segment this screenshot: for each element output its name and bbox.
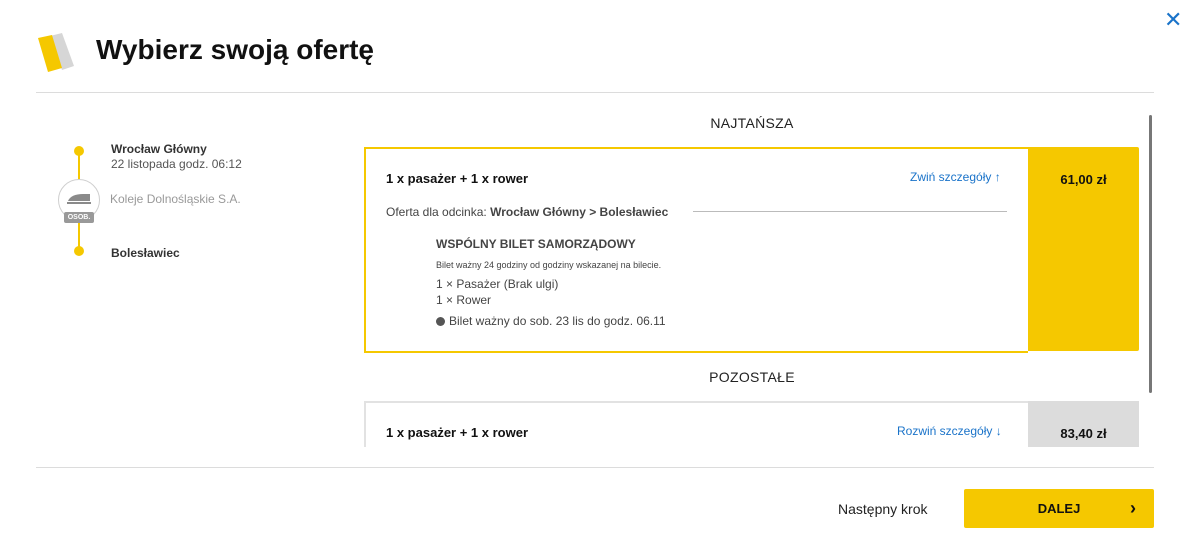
segment-value: Wrocław Główny > Bolesławiec [490, 205, 669, 219]
collapse-details-link[interactable]: Zwiń szczegóły ↑ [910, 170, 1001, 184]
collapse-details-label: Zwiń szczegóły [910, 170, 992, 184]
ticket-validity-text: Bilet ważny do sob. 23 lis do godz. 06.1… [449, 314, 666, 328]
segment-label: Oferta dla odcinka: [386, 205, 487, 219]
section-cheapest-label: NAJTAŃSZA [710, 115, 794, 131]
scrollbar[interactable] [1149, 115, 1152, 393]
next-button-label: DALEJ [1037, 501, 1081, 516]
ticket-item-passenger: 1 × Pasażer (Brak ulgi) [436, 277, 559, 291]
next-step-label: Następny krok [838, 501, 928, 517]
ticket-note: Bilet ważny 24 godziny od godziny wskaza… [436, 260, 662, 270]
carrier-name: Koleje Dolnośląskie S.A. [110, 192, 241, 206]
train-type-badge: OSOB. [64, 212, 94, 223]
arrow-down-icon: ↓ [995, 424, 1002, 438]
arrow-up-icon: ↑ [994, 170, 1001, 184]
footer-divider [36, 467, 1154, 468]
ticket-name: WSPÓLNY BILET SAMORZĄDOWY [436, 237, 636, 251]
route-end-dot [74, 246, 84, 256]
close-icon[interactable]: ✕ [1164, 9, 1184, 31]
page-title: Wybierz swoją ofertę [96, 34, 375, 65]
segment-divider [693, 211, 1007, 212]
chevron-right-icon: › [1130, 498, 1136, 518]
next-button[interactable]: DALEJ › [964, 489, 1154, 528]
offer-title: 1 x pasażer + 1 x rower [386, 171, 529, 186]
departure-date: 22 listopada godz. 06:12 [111, 157, 242, 171]
offer-price-box[interactable]: 61,00 zł [1028, 147, 1139, 351]
ticket-validity: Bilet ważny do sob. 23 lis do godz. 06.1… [436, 314, 666, 328]
scroll-clip-area [364, 447, 1154, 467]
from-station: Wrocław Główny [111, 142, 207, 156]
offer-title-other: 1 x pasażer + 1 x rower [386, 425, 529, 440]
section-others-label: POZOSTAŁE [709, 369, 795, 385]
clock-icon [436, 317, 445, 326]
segment-info: Oferta dla odcinka: Wrocław Główny > Bol… [386, 205, 668, 219]
offer-price-other: 83,40 zł [1060, 426, 1107, 441]
ticket-item-bike: 1 × Rower [436, 293, 492, 307]
route-start-dot [74, 146, 84, 156]
expand-details-label: Rozwiń szczegóły [897, 424, 993, 438]
header-divider [36, 92, 1154, 93]
expand-details-link[interactable]: Rozwiń szczegóły ↓ [897, 424, 1002, 438]
to-station: Bolesławiec [111, 246, 180, 260]
offer-price: 61,00 zł [1060, 172, 1107, 187]
tickets-logo-icon [38, 33, 74, 72]
